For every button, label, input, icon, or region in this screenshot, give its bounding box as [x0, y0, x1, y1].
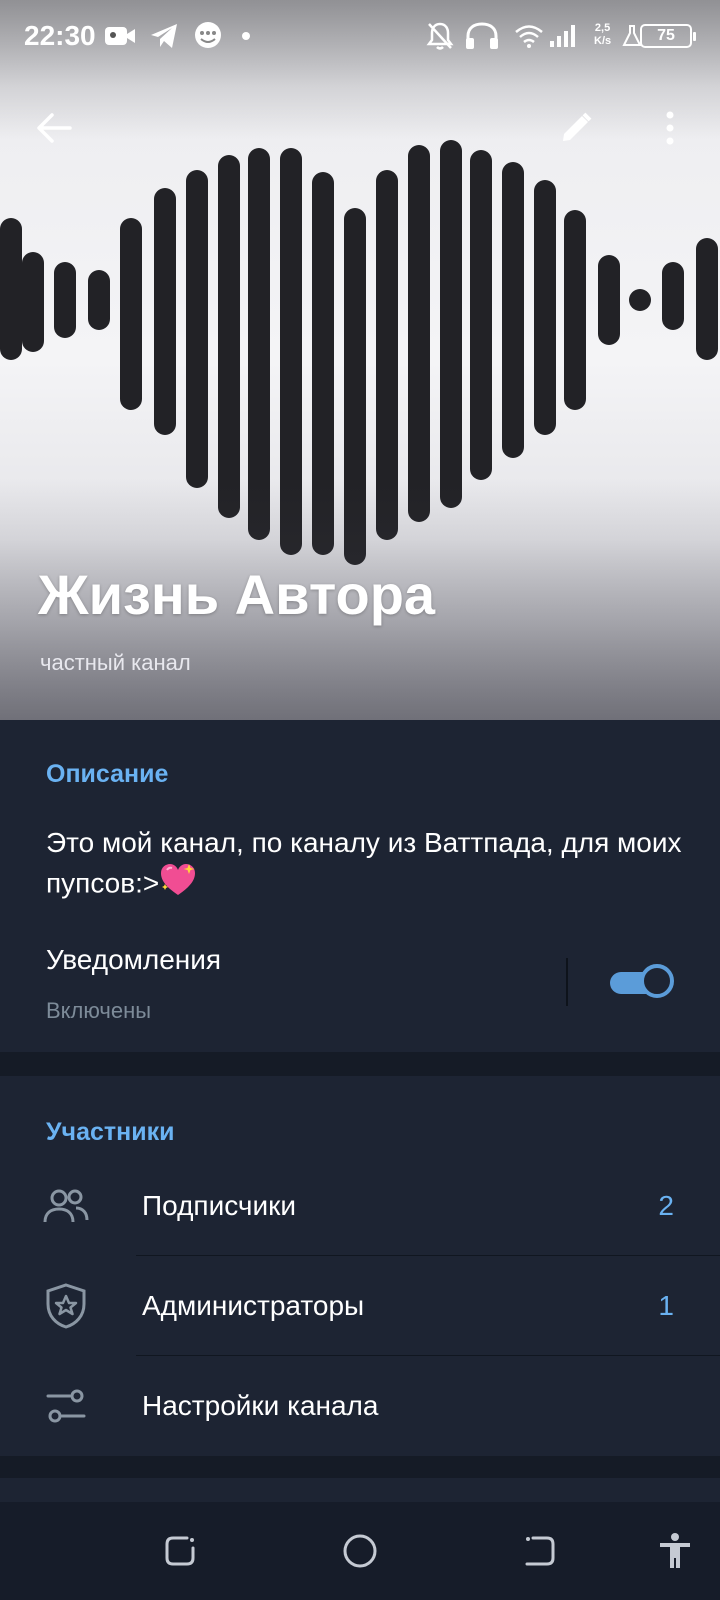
- battery-icon: 75: [640, 24, 696, 48]
- subscribers-label: Подписчики: [142, 1190, 297, 1221]
- net-speed-unit: K/s: [594, 35, 612, 47]
- waveform-bar: [662, 262, 684, 330]
- accessibility-icon: [660, 1533, 690, 1568]
- status-time: 22:30: [24, 20, 96, 51]
- administrators-row[interactable]: Администраторы 1: [0, 1256, 720, 1356]
- waveform-bar: [22, 252, 44, 352]
- bell-off-icon: [426, 18, 454, 54]
- administrators-label: Администраторы: [142, 1290, 365, 1321]
- description-text: Это мой канал, по каналу из Ваттпада, дл…: [46, 827, 682, 899]
- video-camera-icon: [104, 18, 136, 54]
- waveform-dot: [629, 289, 651, 311]
- channel-description[interactable]: Это мой канал, по каналу из Ваттпада, дл…: [46, 824, 686, 908]
- net-speed-value: 2,5: [594, 22, 611, 34]
- shield-star-icon: [40, 1280, 92, 1332]
- waveform-bar: [54, 262, 76, 338]
- waveform-bar: [154, 188, 176, 435]
- back-button[interactable]: [26, 100, 82, 156]
- notifications-status: Включены: [46, 998, 152, 1023]
- waveform-bar: [408, 145, 430, 522]
- more-vertical-icon: [666, 111, 674, 145]
- users-icon: [40, 1180, 92, 1232]
- waveform-bar: [564, 210, 586, 410]
- more-options-button[interactable]: [642, 100, 698, 156]
- waveform-bar: [120, 218, 142, 410]
- waveform-bar: [534, 180, 556, 435]
- waveform-bar: [218, 155, 240, 518]
- wifi-icon: [514, 18, 544, 54]
- home-icon: [343, 1534, 377, 1568]
- home-button[interactable]: [335, 1526, 385, 1576]
- telegram-icon: [150, 18, 178, 54]
- section-divider: [0, 1052, 720, 1076]
- next-panel-edge: [0, 1478, 720, 1502]
- waveform-bar: [440, 140, 462, 508]
- headphones-icon: [464, 18, 500, 54]
- subscribers-count: 2: [658, 1190, 674, 1221]
- back-nav-icon: [525, 1536, 555, 1566]
- channel-subtitle: частный канал: [40, 650, 191, 675]
- flask-icon: [622, 18, 642, 54]
- subscribers-row[interactable]: Подписчики 2: [0, 1156, 720, 1256]
- accessibility-button[interactable]: [650, 1526, 700, 1576]
- chat-bubble-icon: [192, 18, 224, 54]
- waveform-bar: [598, 255, 620, 345]
- section-divider: [0, 1456, 720, 1478]
- waveform-bar: [696, 238, 718, 360]
- dot-icon: [240, 18, 252, 54]
- administrators-count: 1: [658, 1290, 674, 1321]
- waveform-bar: [470, 150, 492, 480]
- pencil-icon: [563, 112, 592, 141]
- channel-settings-label: Настройки канала: [142, 1390, 379, 1421]
- vertical-divider: [566, 958, 568, 1006]
- sparkling-heart-emoji: [159, 862, 197, 908]
- arrow-left-icon: [37, 113, 72, 143]
- signal-icon: [548, 18, 578, 54]
- waveform-bar: [502, 162, 524, 458]
- edit-button[interactable]: [548, 100, 604, 156]
- sliders-icon: [40, 1380, 92, 1432]
- net-speed: 2,5 K/s: [594, 22, 611, 48]
- waveform-bar: [88, 270, 110, 330]
- back-nav-button[interactable]: [515, 1526, 565, 1576]
- status-bar: 22:30 2,5 K/s 75: [0, 0, 720, 72]
- channel-title: Жизнь Автора: [38, 563, 436, 626]
- recents-icon: [165, 1536, 195, 1566]
- waveform-bar: [0, 218, 22, 360]
- channel-settings-row[interactable]: Настройки канала: [0, 1356, 720, 1456]
- members-section-title: Участники: [46, 1118, 175, 1146]
- notifications-toggle[interactable]: [610, 964, 674, 1000]
- toggle-knob: [640, 964, 674, 998]
- notifications-label: Уведомления: [46, 944, 222, 975]
- recents-button[interactable]: [155, 1526, 205, 1576]
- description-section-title: Описание: [46, 760, 169, 788]
- navigation-bar: [0, 1502, 720, 1600]
- waveform-bar: [186, 170, 208, 488]
